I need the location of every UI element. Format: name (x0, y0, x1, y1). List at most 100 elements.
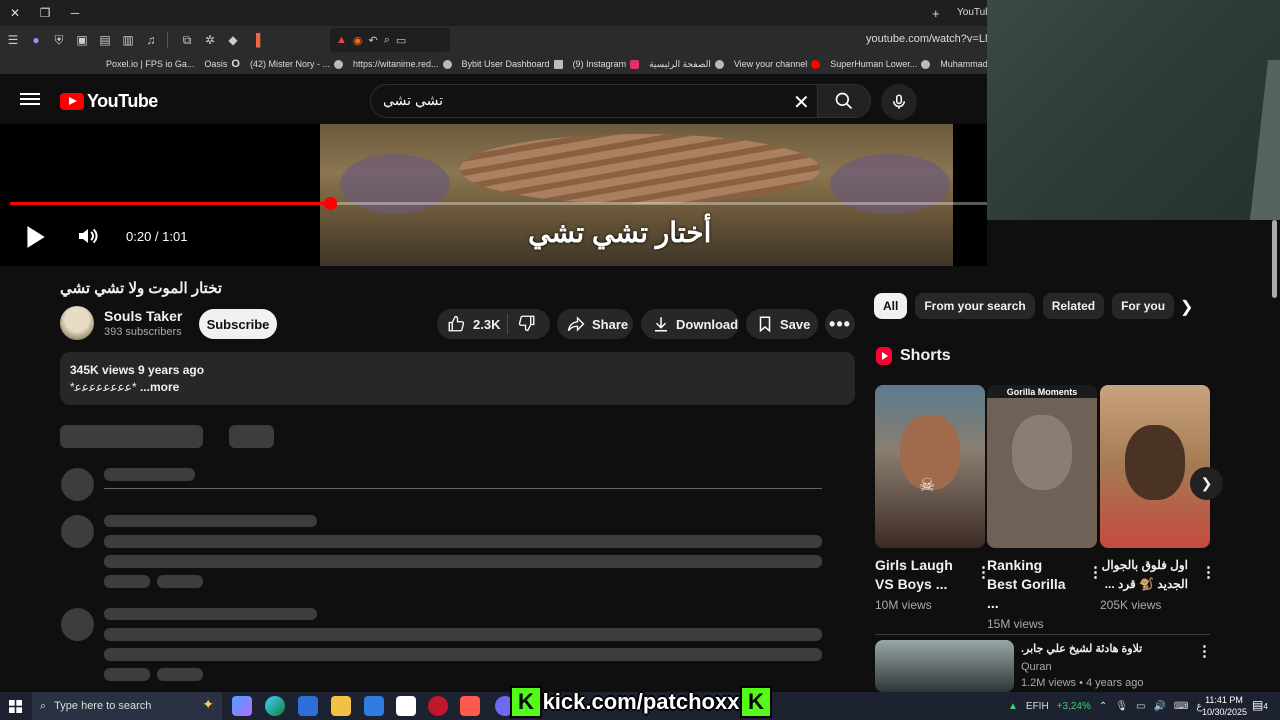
youtube-logo[interactable]: YouTube (60, 91, 158, 112)
show-more-link[interactable]: ...more (137, 380, 179, 394)
more-actions-button[interactable]: ••• (825, 309, 855, 339)
search-button[interactable] (817, 84, 871, 118)
video-menu-icon[interactable]: ⋮ (1197, 642, 1212, 660)
skull-icon: ☠ (919, 475, 936, 495)
short-card[interactable]: ☠ Girls Laugh VS Boys ... 10M views ⋮ (875, 385, 991, 612)
start-button[interactable] (0, 699, 30, 713)
video-thumbnail[interactable] (875, 640, 1014, 692)
wallet-icon[interactable]: ▤ (95, 30, 115, 50)
comment-skeleton-line (104, 535, 822, 548)
store-icon[interactable] (298, 696, 318, 716)
dislike-button[interactable] (508, 314, 536, 335)
file-explorer-icon[interactable] (331, 696, 351, 716)
keyboard-icon[interactable]: ⌨ (1174, 701, 1188, 712)
subscribe-button[interactable]: Subscribe (199, 309, 277, 339)
save-button[interactable]: Save (746, 309, 818, 339)
kick-overlay: K kick.com/patchoxx K (510, 683, 772, 720)
bookmark-item[interactable]: (9) Instagram (573, 59, 640, 69)
channel-name[interactable]: Souls Taker (104, 308, 182, 324)
chevron-up-icon[interactable]: ⌃ (1099, 701, 1107, 712)
video-frame: أختار تشي تشي (320, 124, 953, 266)
comment-input-line[interactable] (104, 488, 822, 489)
close-window-icon[interactable]: ✕ (0, 6, 30, 20)
hamburger-menu-icon[interactable] (20, 90, 40, 110)
video-title[interactable]: تلاوة هادئة لشيخ علي جابر. (1021, 642, 1142, 655)
extension-icon[interactable]: ● (26, 30, 46, 50)
bookmark-item[interactable]: Bybit User Dashboard (462, 59, 563, 69)
short-thumbnail[interactable] (1100, 385, 1210, 548)
chip-from-your-search[interactable]: From your search (915, 293, 1035, 319)
screen-icon[interactable]: ▭ (396, 34, 406, 47)
minimize-window-icon[interactable]: ─ (60, 6, 90, 20)
volume-button[interactable] (76, 224, 100, 253)
chip-all[interactable]: All (874, 293, 908, 319)
bookmark-item[interactable]: الصفحة الرئيسية (649, 59, 724, 70)
comments-skeleton (229, 425, 274, 448)
short-menu-icon[interactable]: ⋮ (1201, 563, 1216, 581)
video-channel[interactable]: Quran (1021, 661, 1052, 673)
zoom-icon[interactable]: ⌕ (384, 34, 390, 47)
mail-icon[interactable] (364, 696, 384, 716)
new-tab-icon[interactable]: + (932, 6, 940, 21)
video-subtitle: أختار تشي تشي (528, 217, 712, 248)
vpn-icon[interactable]: ◆ (223, 30, 243, 50)
aria-icon[interactable]: ▲ (336, 34, 347, 46)
screenshot-icon[interactable]: ⧉ (177, 30, 197, 50)
edge-icon[interactable] (265, 696, 285, 716)
recommended-video[interactable]: تلاوة هادئة لشيخ علي جابر. Quran 1.2M vi… (875, 640, 1212, 692)
microphone-icon[interactable]: 🎙 (1115, 701, 1128, 712)
bookmark-item[interactable]: Poxel.io | FPS io Ga... (106, 59, 194, 69)
chip-for-you[interactable]: For you (1112, 293, 1175, 319)
share-button[interactable]: Share (557, 309, 633, 339)
clear-search-icon[interactable]: ✕ (793, 90, 810, 115)
bookmark-item[interactable]: View your channel (734, 59, 821, 69)
menu-icon[interactable]: ☰ (3, 30, 23, 50)
chevron-right-icon[interactable]: ❯ (1180, 297, 1193, 317)
channel-avatar[interactable] (60, 306, 94, 340)
brave-icon[interactable]: ◉ (353, 34, 363, 47)
sparkle-icon: ✦ (202, 696, 214, 712)
tabs-icon[interactable]: ▣ (72, 30, 92, 50)
bookmark-item[interactable]: SuperHuman Lower... (830, 59, 931, 69)
bookmark-item[interactable]: (42) Mister Nory - ... (250, 59, 343, 69)
system-clock[interactable]: 11:41 PM 10/30/2025 (1202, 694, 1247, 718)
obs-icon[interactable] (428, 696, 448, 716)
notification-icon[interactable]: ▤4 (1252, 698, 1268, 712)
subscriber-count: 393 subscribers (104, 326, 182, 338)
thumbs-up-icon (448, 315, 465, 332)
more-extensions-icon[interactable]: ▐ (246, 30, 266, 50)
short-thumbnail[interactable]: Gorilla Moments (987, 385, 1097, 548)
chip-related[interactable]: Related (1042, 293, 1105, 319)
shield-icon[interactable]: ⛨ (49, 30, 69, 50)
short-thumbnail[interactable]: ☠ (875, 385, 985, 548)
shorts-next-button[interactable]: ❯ (1190, 467, 1223, 500)
puzzle-icon[interactable]: ✲ (200, 30, 220, 50)
network-icon[interactable]: ▭ (1136, 701, 1145, 712)
sidebar-icon[interactable]: ▥ (118, 30, 138, 50)
music-icon[interactable]: ♫ (141, 30, 161, 50)
browser-taskbar-icon[interactable] (460, 696, 480, 716)
back-icon[interactable]: ↶ (369, 34, 378, 47)
bookmark-item[interactable]: https://witanime.red... (353, 59, 452, 69)
restore-window-icon[interactable]: ❐ (30, 6, 60, 20)
bookmark-item[interactable]: Oasis O (204, 58, 240, 70)
progress-bar[interactable] (10, 197, 987, 210)
capcut-icon[interactable] (396, 696, 416, 716)
comment-skeleton-line (104, 668, 150, 681)
page-scrollbar[interactable] (1270, 220, 1280, 690)
video-player[interactable]: أختار تشي تشي 0:20 / 1:01 CC (0, 124, 987, 266)
short-card[interactable]: Gorilla Moments Ranking Best Gorilla ...… (987, 385, 1103, 631)
like-button[interactable]: 2.3K (437, 315, 507, 333)
url-bar[interactable]: youtube.com/watch?v=LMN- (866, 33, 1006, 45)
search-box: ✕ (370, 84, 817, 118)
download-button[interactable]: Download (641, 309, 739, 339)
play-icon (27, 226, 45, 248)
description-box[interactable]: 345K views 9 years ago *ﻋﻋﻋﻋﻋﻋﻋﻋ* ...mor… (60, 352, 855, 405)
taskbar-search[interactable]: ⌕ Type here to search ✦ (32, 692, 222, 720)
speaker-icon[interactable]: 🔊 (1153, 701, 1165, 712)
voice-search-button[interactable] (881, 84, 917, 120)
play-button[interactable] (22, 224, 48, 255)
copilot-icon[interactable] (232, 696, 252, 716)
search-input[interactable] (383, 92, 763, 108)
short-card[interactable]: اول فلوق بالجوال الجديد 🐒 قرد ... 205K v… (1100, 385, 1216, 612)
